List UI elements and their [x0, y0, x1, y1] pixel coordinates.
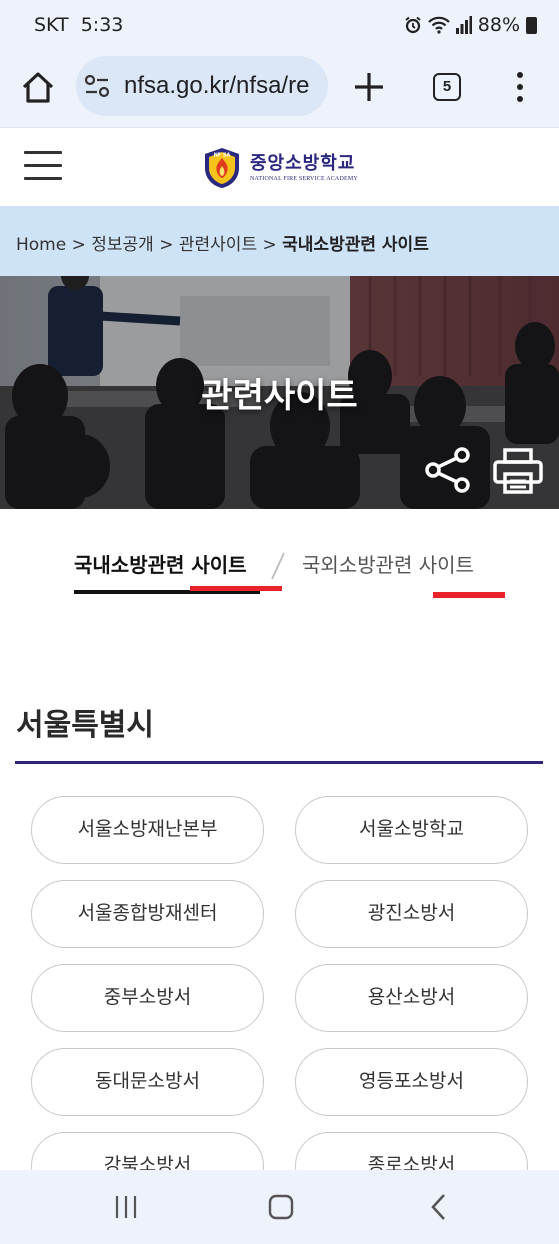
region-heading: 서울특별시 — [16, 708, 154, 743]
logo-text: 중앙소방학교 NATIONAL FIRE SERVICE ACADEMY — [250, 153, 358, 183]
menu-icon[interactable] — [24, 151, 62, 183]
site-settings-icon[interactable] — [84, 74, 110, 98]
site-link-button[interactable]: 영등포소방서 — [295, 1048, 528, 1116]
breadcrumb-separator: > — [262, 235, 277, 255]
share-icon[interactable] — [424, 446, 472, 494]
tab-domestic[interactable]: 국내소방관련 사이트 — [74, 549, 247, 578]
home-icon[interactable] — [18, 68, 58, 108]
recent-apps-icon[interactable] — [113, 1194, 139, 1220]
breadcrumb-related[interactable]: 관련사이트 — [179, 235, 257, 255]
hero-title: 관련사이트 — [201, 376, 358, 416]
breadcrumb-home[interactable]: Home — [16, 235, 66, 255]
site-header: NF SA 중앙소방학교 NATIONAL FIRE SERVICE ACADE… — [0, 129, 559, 206]
address-bar[interactable]: nfsa.go.kr/nfsa/re — [76, 56, 328, 116]
new-tab-icon[interactable] — [350, 68, 388, 106]
site-link-button[interactable]: 중부소방서 — [31, 964, 264, 1032]
emblem-icon: NF SA — [205, 148, 239, 188]
breadcrumb-current: 국내소방관련 사이트 — [282, 235, 429, 255]
region-divider — [15, 761, 543, 764]
back-icon[interactable] — [428, 1192, 450, 1222]
category-tabs: 국내소방관련 사이트 국외소방관련 사이트 — [0, 509, 559, 619]
site-link-button[interactable]: 동대문소방서 — [31, 1048, 264, 1116]
breadcrumb-separator: > — [159, 235, 174, 255]
site-link-button[interactable]: 서울소방학교 — [295, 796, 528, 864]
print-icon[interactable] — [492, 448, 544, 494]
browser-toolbar: nfsa.go.kr/nfsa/re 5 — [0, 52, 559, 128]
emblem-text: NF SA — [214, 153, 231, 159]
site-link-button[interactable]: 서울소방재난본부 — [31, 796, 264, 864]
site-logo[interactable]: NF SA 중앙소방학교 NATIONAL FIRE SERVICE ACADE… — [202, 146, 358, 190]
battery-icon — [526, 16, 537, 34]
alarm-icon — [405, 16, 421, 34]
logo-subtitle: NATIONAL FIRE SERVICE ACADEMY — [250, 176, 358, 182]
tab-divider — [271, 552, 285, 580]
tab-red-underline-mark — [190, 586, 282, 591]
status-left: SKT 5:33 — [34, 14, 123, 36]
tab-switcher-button[interactable]: 5 — [433, 73, 461, 101]
status-bar: SKT 5:33 88% — [0, 0, 559, 52]
breadcrumb-separator: > — [71, 235, 86, 255]
more-menu-icon[interactable] — [510, 70, 530, 104]
tab-red-underline-mark — [433, 592, 505, 598]
breadcrumb-info[interactable]: 정보공개 — [91, 235, 154, 255]
home-nav-icon[interactable] — [268, 1194, 294, 1220]
clock-label: 5:33 — [80, 14, 124, 36]
hero-banner: 관련사이트 — [0, 276, 559, 509]
tab-overseas[interactable]: 국외소방관련 사이트 — [302, 549, 474, 578]
site-link-button[interactable]: 용산소방서 — [295, 964, 528, 1032]
logo-title: 중앙소방학교 — [250, 153, 356, 174]
wifi-icon — [427, 16, 450, 34]
carrier-label: SKT — [34, 14, 69, 36]
site-link-button[interactable]: 광진소방서 — [295, 880, 528, 948]
signal-icon — [455, 16, 472, 34]
battery-percent: 88% — [477, 14, 520, 36]
breadcrumb: Home > 정보공개 > 관련사이트 > 국내소방관련 사이트 — [0, 206, 559, 276]
url-text[interactable]: nfsa.go.kr/nfsa/re — [124, 72, 309, 100]
system-nav-bar — [0, 1170, 559, 1244]
status-right: 88% — [404, 14, 537, 36]
site-link-button[interactable]: 서울종합방재센터 — [31, 880, 264, 948]
